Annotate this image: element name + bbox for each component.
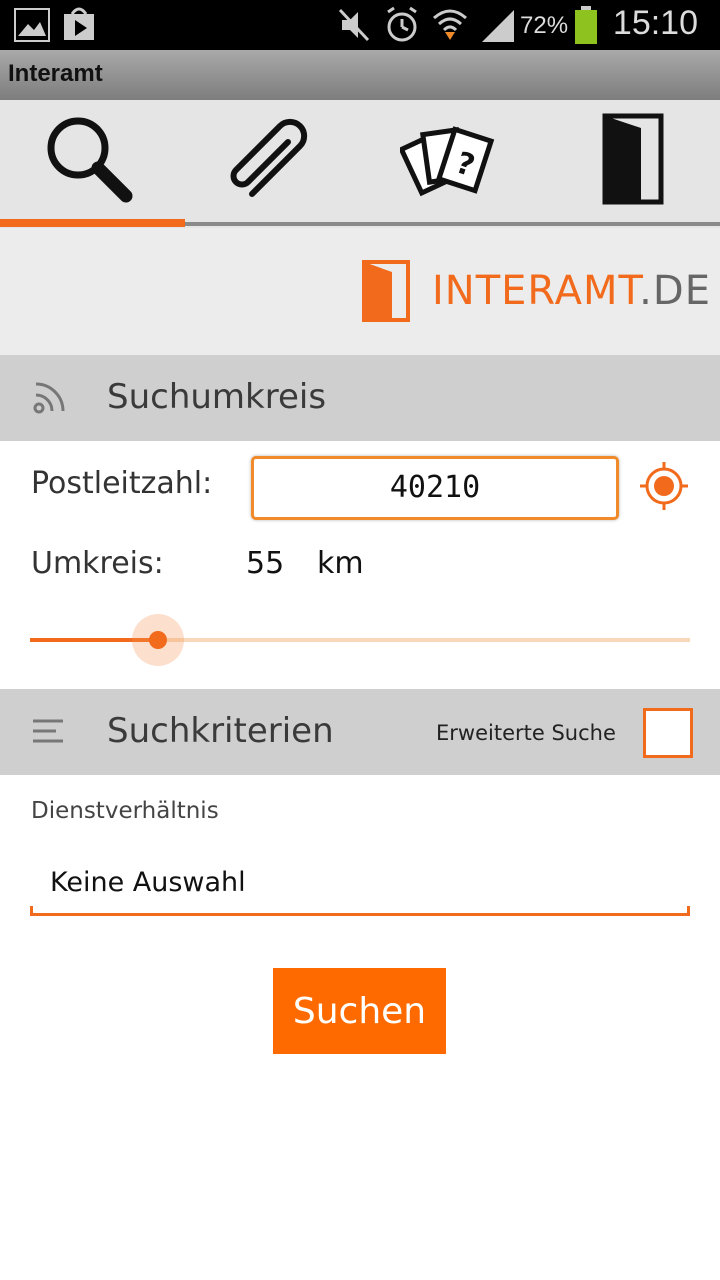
door-exit-icon bbox=[602, 113, 664, 205]
radius-value: 55 bbox=[246, 546, 285, 581]
battery-percent: 72% bbox=[520, 12, 569, 39]
battery-icon bbox=[575, 6, 597, 44]
play-store-icon bbox=[64, 7, 94, 40]
search-button[interactable]: Suchen bbox=[273, 968, 446, 1054]
locate-icon[interactable] bbox=[638, 460, 690, 512]
signal-icon bbox=[482, 10, 514, 42]
clock: 15:10 bbox=[612, 4, 698, 42]
extended-search-checkbox[interactable] bbox=[643, 708, 693, 758]
list-icon bbox=[33, 719, 63, 743]
section-search-criteria: Suchkriterien Erweiterte Suche bbox=[0, 689, 720, 775]
section-search-radius: Suchumkreis bbox=[0, 355, 720, 441]
tab-quiz[interactable]: ? bbox=[360, 100, 540, 220]
cards-question-icon: ? bbox=[400, 126, 495, 197]
mute-icon bbox=[338, 8, 370, 42]
alarm-icon bbox=[387, 6, 417, 42]
logo-main: INTERAMT bbox=[432, 268, 640, 314]
section-title: Suchumkreis bbox=[107, 377, 327, 417]
action-bar: Interamt bbox=[0, 50, 720, 100]
select-underline bbox=[30, 913, 690, 916]
tab-attachments[interactable] bbox=[180, 100, 360, 220]
extended-search-label: Erweiterte Suche bbox=[436, 721, 616, 745]
app-title: Interamt bbox=[8, 60, 103, 87]
select-underline-left-tick bbox=[30, 906, 33, 916]
wifi-icon bbox=[433, 9, 467, 40]
zip-label: Postleitzahl: bbox=[31, 466, 213, 501]
employment-type-label: Dienstverhältnis bbox=[31, 798, 219, 824]
logo-suffix: .DE bbox=[639, 268, 711, 314]
tab-logout[interactable] bbox=[540, 100, 720, 220]
section-title: Suchkriterien bbox=[107, 711, 334, 751]
radius-label: Umkreis: bbox=[31, 546, 164, 581]
tab-bar: ? bbox=[0, 100, 720, 228]
employment-type-select[interactable]: Keine Auswahl bbox=[30, 850, 690, 916]
tab-search[interactable] bbox=[0, 100, 180, 220]
select-underline-right-tick bbox=[687, 906, 690, 916]
zip-input[interactable]: 40210 bbox=[251, 456, 619, 520]
interamt-logo-icon bbox=[362, 260, 410, 322]
radius-unit: km bbox=[317, 546, 364, 581]
tab-active-indicator bbox=[0, 219, 185, 227]
interamt-logo: INTERAMT.DE bbox=[432, 268, 711, 314]
status-bar: 72% 15:10 bbox=[0, 0, 720, 50]
search-icon bbox=[47, 117, 133, 203]
gallery-icon bbox=[14, 8, 50, 42]
paperclip-icon bbox=[230, 118, 308, 197]
rss-icon bbox=[33, 382, 65, 414]
employment-type-value: Keine Auswahl bbox=[50, 867, 246, 898]
radius-slider-thumb[interactable] bbox=[149, 631, 167, 649]
